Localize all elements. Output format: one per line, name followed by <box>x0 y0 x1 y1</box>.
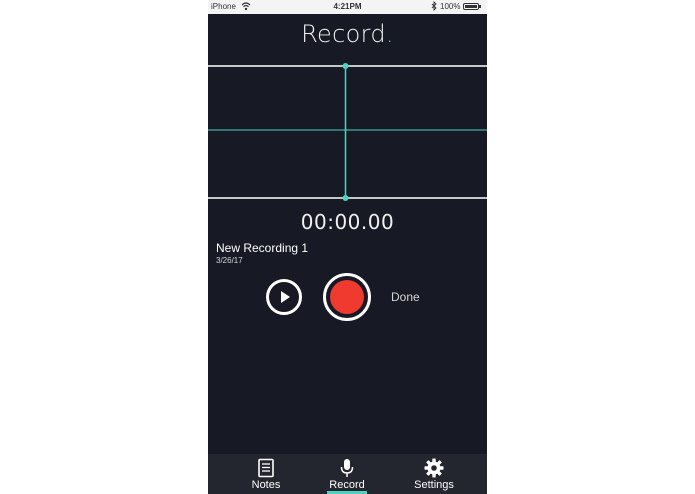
recording-date: 3/26/17 <box>216 256 243 265</box>
page-title-accent: . <box>385 20 394 48</box>
bluetooth-icon <box>431 1 437 11</box>
microphone-icon <box>340 459 354 477</box>
page-title-text: Record <box>301 20 386 48</box>
gear-icon <box>424 458 444 478</box>
tab-settings-label: Settings <box>414 479 454 491</box>
tab-notes-label: Notes <box>251 479 281 491</box>
record-button[interactable] <box>323 273 371 321</box>
battery-percent: 100% <box>440 2 461 11</box>
tab-record-label: Record <box>329 479 365 491</box>
page-title: Record. <box>208 20 487 48</box>
play-button[interactable] <box>266 279 302 315</box>
tab-record[interactable]: Record <box>312 454 382 494</box>
recording-timer: 00:00.00 <box>300 210 395 234</box>
play-icon <box>281 291 290 303</box>
battery-icon <box>463 3 481 10</box>
notes-icon <box>258 458 274 478</box>
done-button[interactable]: Done <box>391 290 420 304</box>
phone-screen: iPhone 4:21PM 100% Record. 00:00.00 New … <box>208 0 487 494</box>
waveform-area <box>208 63 487 201</box>
playhead-top-handle <box>342 63 349 69</box>
recording-name[interactable]: New Recording 1 <box>216 241 308 255</box>
tab-bar: Notes Record Settings <box>208 454 487 494</box>
tab-notes[interactable]: Notes <box>231 454 301 494</box>
battery-fill <box>465 5 477 8</box>
playhead-bottom-handle <box>342 195 349 201</box>
tab-settings[interactable]: Settings <box>399 454 469 494</box>
record-icon <box>330 280 364 314</box>
status-bar: iPhone 4:21PM 100% <box>208 0 487 14</box>
